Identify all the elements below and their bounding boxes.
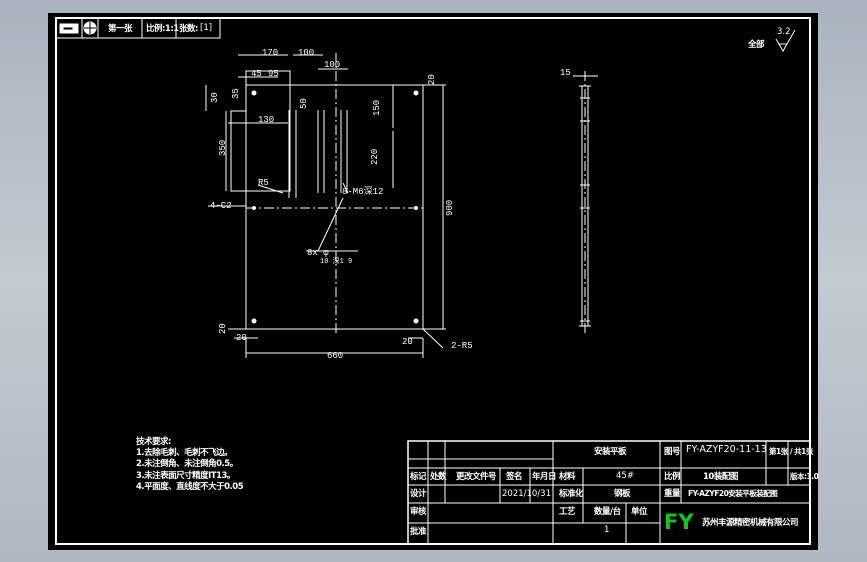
material-label: 材料 (559, 472, 576, 482)
dim-100a: 100 (298, 48, 315, 58)
drawing-sheet: 第一张 比例:1:1 张数: [1] 全部 3.2 170 100 100 45… (48, 13, 819, 550)
assembly-name: FY-AZYF20安装平板装配图 (688, 489, 778, 498)
drawing-no-label: 图号 (664, 447, 681, 457)
approve-label: 批准 (410, 527, 427, 537)
surface-label: 全部 (748, 40, 765, 50)
company-name: 苏州丰源精密机械有限公司 (702, 518, 799, 528)
material: 45# (616, 471, 634, 481)
rev-h1: 标记 (410, 472, 427, 482)
dim-130: 130 (258, 115, 275, 125)
check-label: 审核 (410, 507, 427, 517)
callout-hole-sub: 10 深1 9 (320, 258, 353, 266)
hole-bl (251, 318, 257, 324)
note-4: 4.平面度、直线度不大于0.05 (136, 481, 244, 492)
sheet-of: 第1张 / 共1张 (769, 447, 813, 456)
note-1: 1.去除毛刺、毛刺不飞边。 (136, 448, 233, 459)
ratio-label: 比例:1:1 (146, 24, 179, 34)
dim-660: 660 (327, 351, 344, 361)
drawing-number: FY-AZYF20-11-13 (686, 444, 767, 455)
copies-value: [1] (200, 23, 213, 33)
dim-45: 45 (251, 69, 262, 79)
company-logo: FY (664, 510, 694, 534)
dim-20-bl: 20 (218, 323, 228, 334)
dim-900: 900 (445, 199, 455, 216)
notes-title: 技术要求: (136, 437, 171, 447)
weight-label: 重量 (664, 489, 681, 499)
design-date: 2021/10/31 (502, 489, 551, 499)
dim-30: 30 (210, 92, 220, 103)
callout-r5: R5 (258, 178, 269, 188)
process-label: 工艺 (559, 507, 576, 517)
front-view (205, 53, 446, 358)
standard-label: 标准化 (559, 489, 584, 499)
version: 版本:1.0 (790, 472, 819, 481)
dim-100b: 100 (324, 60, 341, 70)
dim-170: 170 (262, 48, 279, 58)
note-2: 2.未注倒角、未注倒角0.5。 (136, 459, 238, 470)
weight-value: 钢板 (614, 489, 631, 499)
dim-20-top: 20 (427, 74, 437, 85)
rev-h4: 签名 (506, 472, 523, 482)
dim-20-b: 20 (236, 333, 247, 343)
dim-thickness: 15 (560, 68, 571, 78)
hole-tr (413, 90, 419, 96)
part-name: 安装平板 (594, 447, 627, 457)
technical-notes: 技术要求: 1.去除毛刺、毛刺不飞边。 2.未注倒角、未注倒角0.5。 3.未注… (136, 437, 244, 493)
scale-label: 比例 (664, 472, 681, 482)
surface-symbol-value: 3.2 (777, 27, 791, 37)
dim-95: 95 (268, 69, 279, 79)
unit-label: 单位 (631, 507, 648, 517)
dim-150: 150 (372, 99, 382, 116)
dim-220: 220 (370, 148, 380, 165)
dim-20-br: 20 (402, 337, 413, 347)
callout-2r5: 2-R5 (451, 341, 473, 351)
hole-ml (252, 206, 256, 210)
callout-thread: 8-M6深12 (342, 187, 384, 197)
design-label: 设计 (410, 489, 427, 499)
rev-h2: 处数 (430, 472, 447, 482)
qty-value: 1 (604, 525, 610, 535)
side-view (573, 71, 598, 333)
hole-mr (414, 206, 418, 210)
callout-4c2: 4-C2 (210, 201, 232, 211)
assembly-number: 10装配图 (703, 472, 738, 482)
hole-tl (251, 90, 257, 96)
qty-label: 数量/台 (594, 507, 621, 517)
rev-h3: 更改文件号 (456, 472, 497, 482)
dim-50: 50 (299, 98, 309, 109)
hole-br (413, 318, 419, 324)
sheet-number: 第一张 (108, 24, 133, 34)
dim-350: 350 (218, 139, 228, 156)
note-3: 3.未注表面尺寸精度IT13。 (136, 470, 235, 481)
copies-label: 张数: (179, 24, 198, 34)
rev-h5: 年月日 (532, 472, 557, 482)
dim-35: 35 (231, 88, 241, 99)
